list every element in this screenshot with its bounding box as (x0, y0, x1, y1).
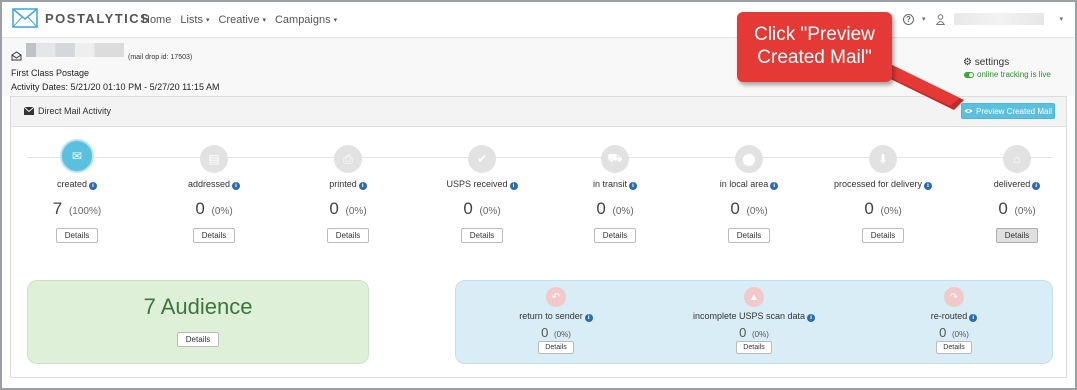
callout-line-1: Click "Preview (754, 24, 875, 45)
callout-arrow (854, 60, 964, 110)
app-window: POSTALYTICS Home Lists ▾ Creative ▾ Campai… (0, 0, 1077, 390)
instruction-callout: Click "Preview Created Mail" (737, 12, 892, 82)
callout-line-2: Created Mail" (757, 47, 872, 68)
